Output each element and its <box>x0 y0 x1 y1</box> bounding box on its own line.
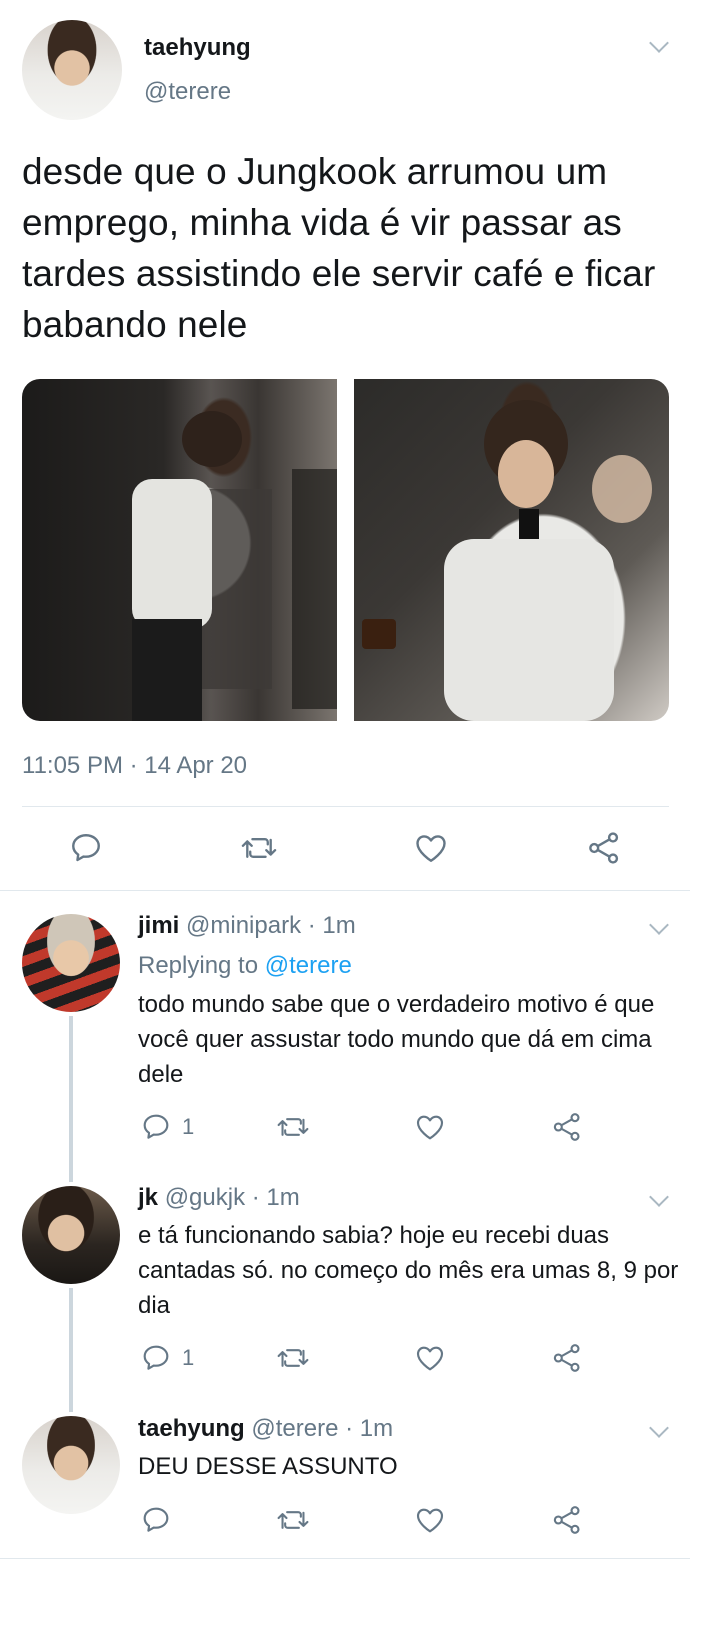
display-name[interactable]: taehyung <box>138 1415 245 1442</box>
avatar[interactable] <box>22 1186 120 1284</box>
share-icon <box>589 832 619 864</box>
divider <box>22 806 669 807</box>
tweet-photo-1[interactable] <box>22 379 337 721</box>
share-icon <box>553 1344 580 1372</box>
share-button[interactable] <box>551 1111 583 1143</box>
share-button[interactable] <box>585 830 623 866</box>
tweet-text: desde que o Jungkook arrumou um emprego,… <box>22 151 656 345</box>
reply-button[interactable]: 1 <box>140 1111 194 1143</box>
retweet-button[interactable] <box>276 1111 310 1143</box>
reply-time[interactable]: 1m <box>266 1184 299 1211</box>
display-name[interactable]: jimi <box>138 912 179 939</box>
share-button[interactable] <box>551 1342 583 1374</box>
divider <box>0 1558 690 1559</box>
heart-icon <box>416 1508 444 1533</box>
like-button[interactable] <box>414 1111 446 1143</box>
heart-icon <box>416 1346 444 1371</box>
heart-icon <box>416 835 446 862</box>
retweet-icon <box>277 1349 309 1367</box>
user-handle[interactable]: @terere <box>251 1415 338 1442</box>
replying-to: Replying to @terere <box>138 952 352 980</box>
avatar[interactable] <box>22 914 120 1012</box>
user-handle[interactable]: @terere <box>144 78 231 106</box>
like-button[interactable] <box>414 1342 446 1374</box>
photo-barista-making-coffee-icon <box>132 411 337 721</box>
reply-text: e tá funcionando sabia? hoje eu recebi d… <box>138 1222 679 1319</box>
like-button[interactable] <box>413 830 449 866</box>
separator: · <box>245 1184 267 1211</box>
main-tweet: taehyung @terere desde que o Jungkook ar… <box>0 0 720 930</box>
reply-text: DEU DESSE ASSUNTO <box>138 1453 398 1480</box>
share-icon <box>553 1506 580 1534</box>
display-name[interactable]: jk <box>138 1184 158 1211</box>
reply-button[interactable]: 1 <box>140 1342 194 1374</box>
retweet-icon <box>241 838 277 858</box>
chevron-down-icon[interactable] <box>649 33 669 53</box>
user-handle[interactable]: @minipark <box>186 912 301 939</box>
mention-link[interactable]: @terere <box>265 952 352 979</box>
separator: · <box>338 1415 360 1442</box>
tweet-photo-2[interactable] <box>354 379 669 721</box>
avatar[interactable] <box>22 20 122 120</box>
reply-icon <box>72 834 100 862</box>
reply-time[interactable]: 1m <box>322 912 355 939</box>
retweet-icon <box>277 1118 309 1136</box>
retweet-button[interactable] <box>276 1504 310 1536</box>
user-handle[interactable]: @gukjk <box>165 1184 245 1211</box>
reply-button[interactable] <box>140 1504 172 1536</box>
like-button[interactable] <box>414 1504 446 1536</box>
chevron-down-icon[interactable] <box>649 1187 669 1207</box>
heart-icon <box>416 1115 444 1140</box>
retweet-icon <box>277 1511 309 1529</box>
reply-count: 1 <box>182 1114 195 1139</box>
divider <box>0 890 690 891</box>
share-button[interactable] <box>551 1504 583 1536</box>
thread-line <box>69 1016 73 1182</box>
separator: · <box>301 912 323 939</box>
avatar[interactable] <box>22 1416 120 1514</box>
display-name[interactable]: taehyung <box>144 34 251 62</box>
reply-time[interactable]: 1m <box>360 1415 393 1442</box>
share-icon <box>553 1113 580 1141</box>
photo-barista-holding-espresso-icon <box>362 400 652 721</box>
reply-icon <box>143 1345 169 1370</box>
reply-header: jimi @minipark · 1m <box>138 912 356 940</box>
reply-icon <box>143 1507 169 1532</box>
retweet-button[interactable] <box>276 1342 310 1374</box>
reply-button[interactable] <box>68 830 104 866</box>
reply-text: todo mundo sabe que o verdadeiro motivo … <box>138 991 655 1088</box>
tweet-timestamp[interactable]: 11:05 PM · 14 Apr 20 <box>22 752 247 780</box>
thread-line <box>69 1288 73 1412</box>
replying-label: Replying to <box>138 952 265 979</box>
reply-count: 1 <box>182 1345 195 1370</box>
retweet-button[interactable] <box>240 830 278 866</box>
reply-header: taehyung @terere · 1m <box>138 1415 393 1443</box>
reply-header: jk @gukjk · 1m <box>138 1184 300 1212</box>
chevron-down-icon[interactable] <box>649 1418 669 1438</box>
reply-icon <box>143 1114 169 1139</box>
